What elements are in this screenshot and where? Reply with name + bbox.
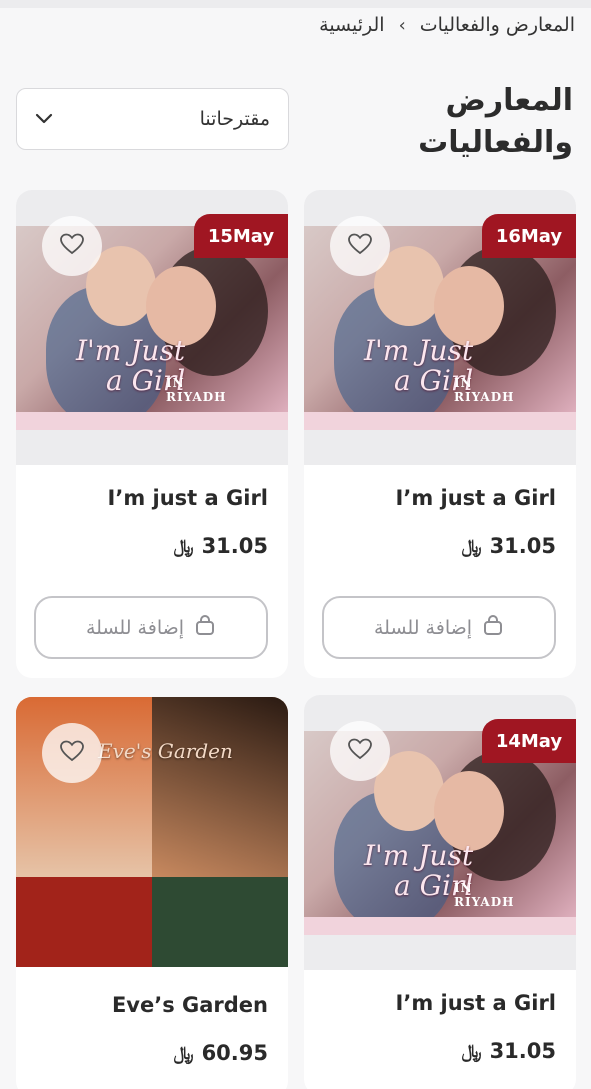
add-to-cart-label: إضافة للسلة — [86, 616, 185, 639]
favorite-button[interactable] — [330, 721, 390, 781]
product-image[interactable]: Eve's Garden — [16, 697, 288, 967]
shopping-bag-icon — [194, 614, 216, 641]
breadcrumb: الرئيسية › المعارض والفعاليات — [319, 14, 575, 36]
product-name[interactable]: I’m just a Girl — [396, 991, 556, 1015]
product-card[interactable]: Eve's Garden Eve’s Garden ﷼ 60.95 — [16, 697, 288, 1089]
product-name[interactable]: I’m just a Girl — [108, 486, 268, 510]
poster-city: IN RIYADH — [454, 376, 515, 404]
currency-symbol: ﷼ — [173, 1042, 194, 1064]
favorite-button[interactable] — [42, 216, 102, 276]
date-badge: 14May — [482, 719, 576, 763]
shopping-bag-icon — [482, 614, 504, 641]
currency-symbol: ﷼ — [173, 535, 194, 557]
date-badge: 15May — [194, 214, 288, 258]
add-to-cart-label: إضافة للسلة — [374, 616, 473, 639]
product-image[interactable]: I'm Just a Girl IN RIYADH 14May — [304, 695, 576, 970]
heart-icon — [347, 737, 373, 765]
add-to-cart-button[interactable]: إضافة للسلة — [34, 596, 268, 659]
price-value: 31.05 — [201, 534, 268, 558]
heart-icon — [59, 739, 85, 767]
product-card[interactable]: I'm Just a Girl IN RIYADH 15May I’m just a… — [16, 190, 288, 678]
poster-city: IN RIYADH — [166, 376, 227, 404]
product-price: ﷼ 31.05 — [462, 534, 556, 558]
product-card[interactable]: I'm Just a Girl IN RIYADH 16May I’m just a… — [304, 190, 576, 678]
page-title: المعارض والفعاليات — [418, 83, 573, 160]
product-card[interactable]: I'm Just a Girl IN RIYADH 14May I’m just a… — [304, 695, 576, 1089]
price-value: 31.05 — [489, 1039, 556, 1063]
product-name[interactable]: I’m just a Girl — [396, 486, 556, 510]
price-value: 31.05 — [489, 534, 556, 558]
favorite-button[interactable] — [330, 216, 390, 276]
product-name[interactable]: Eve’s Garden — [112, 993, 268, 1017]
heart-icon — [59, 232, 85, 260]
product-price: ﷼ 31.05 — [462, 1039, 556, 1063]
poster-city: IN RIYADH — [454, 881, 515, 909]
currency-symbol: ﷼ — [461, 1040, 482, 1062]
heart-icon — [347, 232, 373, 260]
breadcrumb-current: المعارض والفعاليات — [419, 14, 575, 36]
currency-symbol: ﷼ — [461, 535, 482, 557]
chevron-down-icon — [33, 108, 55, 130]
poster-title: Eve's Garden — [98, 739, 233, 763]
add-to-cart-button[interactable]: إضافة للسلة — [322, 596, 556, 659]
date-badge: 16May — [482, 214, 576, 258]
price-value: 60.95 — [201, 1041, 268, 1065]
product-price: ﷼ 60.95 — [174, 1041, 268, 1065]
status-strip — [0, 0, 591, 8]
breadcrumb-home-link[interactable]: الرئيسية — [319, 14, 384, 36]
product-image[interactable]: I'm Just a Girl IN RIYADH 16May — [304, 190, 576, 465]
favorite-button[interactable] — [42, 723, 102, 783]
product-price: ﷼ 31.05 — [174, 534, 268, 558]
chevron-right-icon: › — [398, 14, 406, 36]
product-image[interactable]: I'm Just a Girl IN RIYADH 15May — [16, 190, 288, 465]
sort-dropdown[interactable]: مقترحاتنا — [16, 88, 289, 150]
sort-selected-value: مقترحاتنا — [199, 108, 270, 130]
